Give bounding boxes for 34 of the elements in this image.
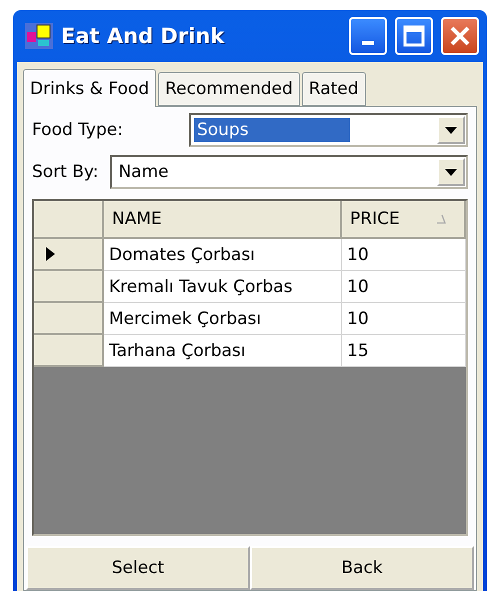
field-label: Food Type: bbox=[32, 120, 123, 140]
maximize-button[interactable] bbox=[395, 17, 433, 55]
column-header[interactable]: NAME bbox=[104, 201, 342, 239]
tab[interactable]: Rated bbox=[302, 72, 366, 106]
minimize-icon bbox=[362, 41, 374, 45]
maximize-icon bbox=[403, 25, 425, 47]
dropdown-button[interactable] bbox=[437, 158, 465, 186]
window-title: Eat And Drink bbox=[61, 24, 226, 48]
corner-header bbox=[34, 201, 104, 239]
action-button[interactable]: Select bbox=[26, 546, 250, 590]
table-cell: Domates Çorbası bbox=[104, 239, 342, 271]
table-cell: Tarhana Çorbası bbox=[104, 335, 342, 367]
table-cell: 10 bbox=[342, 303, 466, 335]
dropdown-field[interactable]: Soups bbox=[188, 113, 468, 147]
tab[interactable]: Drinks & Food bbox=[23, 69, 156, 107]
table-cell: 10 bbox=[342, 271, 466, 303]
table-cell: Mercimek Çorbası bbox=[104, 303, 342, 335]
minimize-button[interactable] bbox=[349, 17, 387, 55]
dropdown-button[interactable] bbox=[437, 116, 465, 144]
field-label: Sort By: bbox=[32, 162, 98, 182]
table-cell: 10 bbox=[342, 239, 466, 271]
row-header[interactable] bbox=[34, 239, 104, 271]
table-cell: 15 bbox=[342, 335, 466, 367]
tab[interactable]: Recommended bbox=[158, 72, 300, 106]
close-button[interactable] bbox=[441, 17, 479, 55]
close-icon bbox=[449, 25, 471, 47]
current-row-icon bbox=[46, 247, 55, 261]
dropdown-field[interactable]: Name bbox=[110, 155, 468, 189]
app-icon bbox=[25, 23, 53, 49]
column-header[interactable]: PRICE bbox=[342, 201, 466, 239]
action-button[interactable]: Back bbox=[250, 546, 474, 590]
caret-icon bbox=[445, 126, 457, 134]
table-cell: Kremalı Tavuk Çorbas bbox=[104, 271, 342, 303]
caret-icon bbox=[445, 168, 457, 176]
